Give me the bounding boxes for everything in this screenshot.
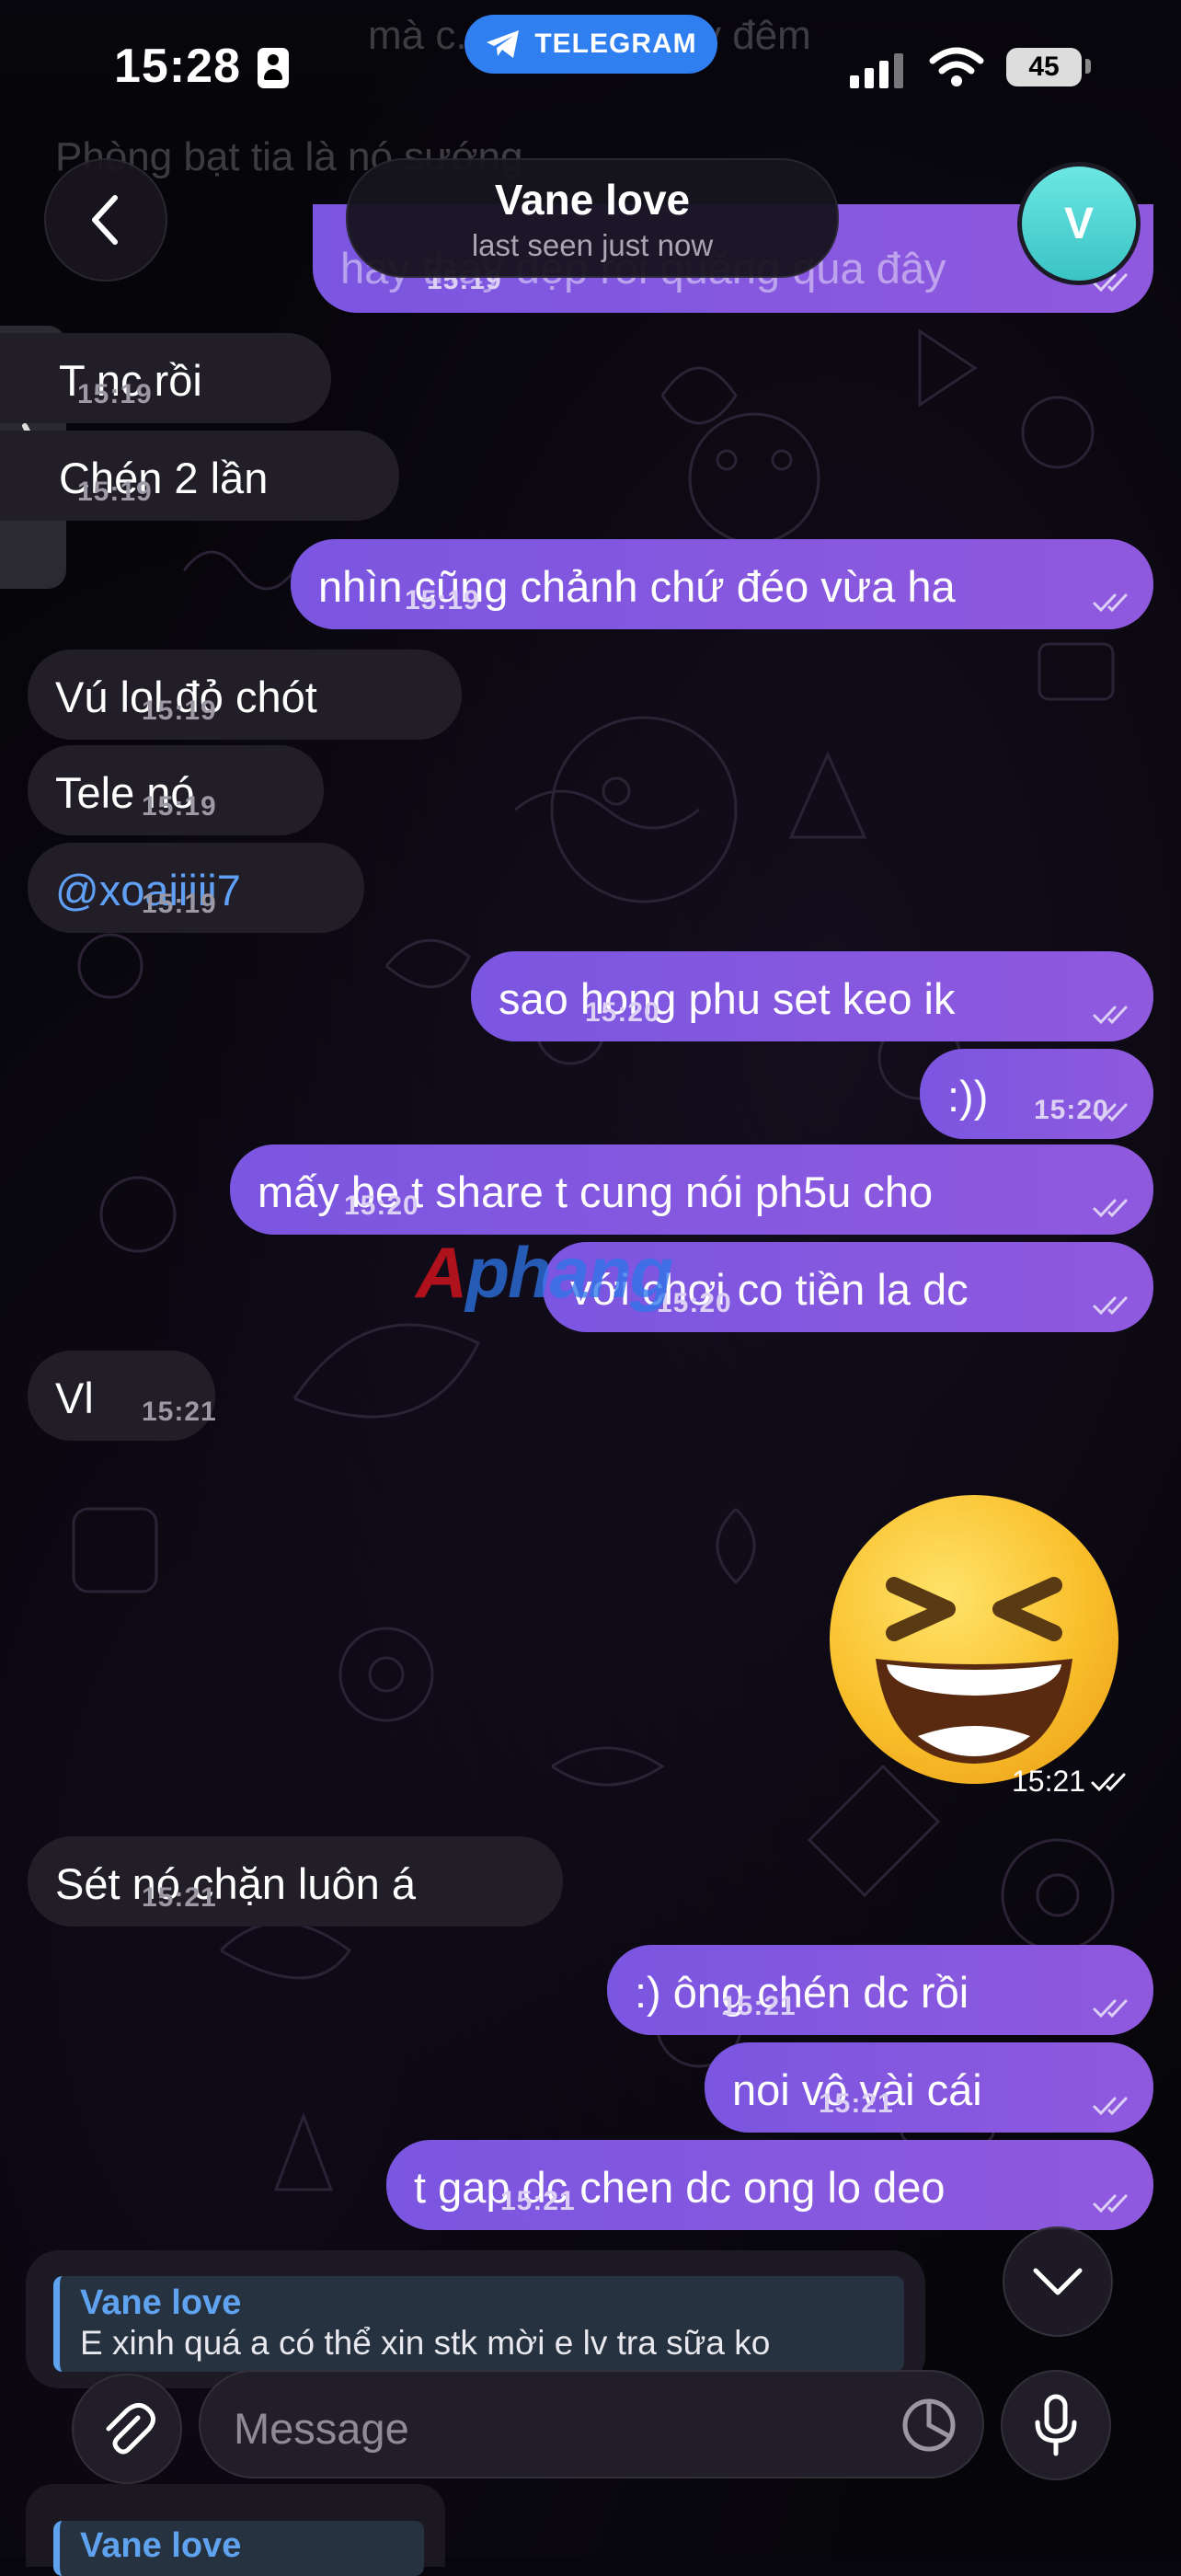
double-check-icon: [1093, 2194, 1128, 2214]
reply-quote: Vane love: [53, 2521, 424, 2576]
message-bubble-outgoing[interactable]: :)) 15:20: [920, 1049, 1153, 1139]
message-time: 15:19: [405, 585, 480, 615]
telegram-pill[interactable]: TELEGRAM: [464, 15, 717, 74]
double-check-icon: [1091, 1773, 1126, 1792]
chat-title-header[interactable]: Vane love last seen just now: [346, 158, 839, 278]
avatar[interactable]: V: [1017, 162, 1141, 285]
message-time: 15:21: [142, 1882, 217, 1913]
status-bar: 15:28 TELEGRAM 45: [0, 0, 1181, 138]
message-bubble-outgoing[interactable]: nhìn cũng chảnh chứ đéo vừa ha 15:19: [291, 539, 1153, 629]
message-time: 15:21: [1012, 1765, 1086, 1798]
laughing-emoji-sticker[interactable]: [830, 1495, 1118, 1784]
grinning-squinting-face-icon: [876, 1577, 1072, 1764]
message-bubble-outgoing[interactable]: noi vô vài cái 15:21: [705, 2042, 1153, 2133]
message-bubble-incoming[interactable]: Vú lol đỏ chót 15:19: [28, 650, 462, 740]
paperclip-icon: [106, 2403, 155, 2455]
microphone-icon: [1035, 2394, 1077, 2456]
message-text: :)): [947, 1072, 989, 1121]
message-bubble-incoming[interactable]: @xoaiiiii7 15:19: [28, 843, 364, 933]
cellular-signal-icon: [850, 53, 903, 88]
reply-sender: Vane love: [80, 2283, 242, 2322]
attach-button[interactable]: [72, 2374, 182, 2484]
message-time: 15:19: [142, 889, 217, 919]
message-bubble-incoming[interactable]: Sét nó chặn luôn á 15:21: [28, 1836, 563, 1926]
telegram-pill-label: TELEGRAM: [534, 29, 697, 59]
watermark-rest: phang: [465, 1232, 673, 1313]
microphone-button[interactable]: [1001, 2370, 1111, 2480]
double-check-icon: [1093, 1006, 1128, 1025]
message-time: 15:21: [500, 2186, 576, 2216]
message-bubble-outgoing[interactable]: :) ông chén dc rồi 15:21: [607, 1945, 1153, 2035]
message-bubble-incoming[interactable]: Tele nó 15:19: [28, 745, 324, 835]
message-bubble-outgoing[interactable]: t gap dc chen dc ong lo deo 15:21: [386, 2140, 1153, 2230]
watermark-logo: Aphang: [416, 1231, 673, 1315]
chat-title: Vane love: [494, 176, 691, 224]
scroll-to-bottom-button[interactable]: [1003, 2226, 1113, 2337]
reply-text: E xinh quá a có thể xin stk mời e lv tra…: [80, 2324, 771, 2362]
message-time: 15:19: [77, 477, 153, 507]
double-check-icon: [1093, 593, 1128, 613]
contact-card-icon: [258, 48, 289, 88]
double-check-icon: [1093, 1999, 1128, 2018]
message-time: 15:20: [1034, 1095, 1109, 1125]
last-seen-status: last seen just now: [471, 228, 714, 262]
message-time: 15:21: [819, 2088, 894, 2119]
watermark-first: A: [416, 1232, 467, 1313]
message-time: 15:20: [657, 1288, 732, 1318]
telegram-plane-icon: [487, 30, 520, 58]
message-bubble-incoming[interactable]: Chén 2 lần 15:19: [0, 431, 399, 521]
battery-icon: 45: [1006, 48, 1082, 86]
wifi-icon: [929, 47, 984, 86]
message-time: 15:20: [344, 1190, 419, 1221]
double-check-icon: [1093, 1103, 1128, 1122]
message-bubble-incoming[interactable]: T nc rồi 15:19: [0, 333, 331, 423]
message-time: 15:19: [142, 791, 217, 822]
back-button[interactable]: [44, 158, 167, 282]
battery-level: 45: [1028, 52, 1060, 82]
reply-quote: Vane love E xinh quá a có thể xin stk mờ…: [53, 2276, 904, 2372]
chevron-down-icon: [1033, 2268, 1083, 2295]
message-time: 15:21: [721, 1991, 797, 2021]
message-input[interactable]: Message: [199, 2370, 984, 2478]
double-check-icon: [1093, 2097, 1128, 2116]
message-bubble-outgoing[interactable]: mấy be t share t cung nói ph5u cho 15:20: [230, 1144, 1153, 1235]
message-time: 15:19: [77, 379, 153, 409]
sticker-icon[interactable]: [900, 2396, 958, 2455]
battery-tip: [1085, 59, 1091, 74]
message-bubble-outgoing[interactable]: sao hong phu set keo ik 15:20: [471, 951, 1153, 1041]
reply-preview[interactable]: Vane love: [26, 2484, 445, 2576]
chevron-left-icon: [92, 195, 118, 245]
reply-sender: Vane love: [80, 2526, 242, 2565]
double-check-icon: [1093, 1296, 1128, 1316]
message-time: 15:20: [585, 997, 660, 1028]
message-text: Vl: [55, 1374, 94, 1422]
reply-preview[interactable]: Vane love E xinh quá a có thể xin stk mờ…: [26, 2250, 925, 2388]
double-check-icon: [1093, 1199, 1128, 1218]
message-bubble-incoming[interactable]: Vl 15:21: [28, 1351, 217, 1441]
message-time: 15:21: [142, 1397, 217, 1427]
status-time: 15:28: [114, 40, 241, 93]
message-time: 15:19: [142, 696, 217, 726]
avatar-letter: V: [1063, 199, 1094, 248]
message-placeholder: Message: [234, 2404, 409, 2453]
